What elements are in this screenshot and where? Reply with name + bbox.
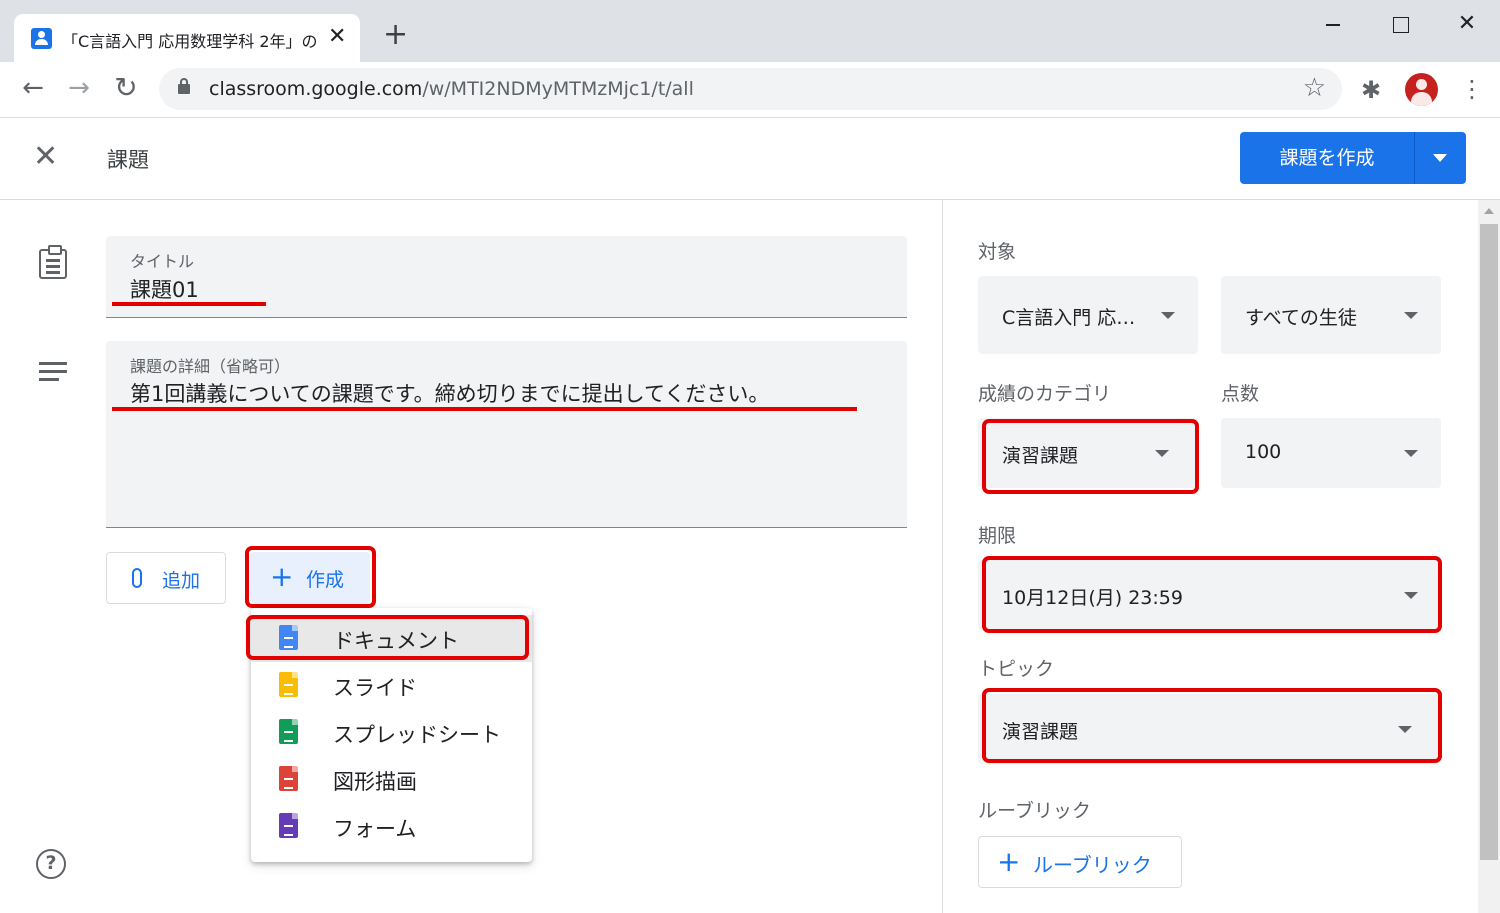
rubric-button-label: ルーブリック — [1033, 853, 1152, 877]
drawings-icon — [279, 766, 298, 791]
create-button-highlight — [245, 546, 376, 608]
scrollbar[interactable] — [1478, 200, 1500, 913]
description-icon — [39, 362, 67, 382]
maximize-icon[interactable] — [1385, 10, 1415, 40]
window-close-icon[interactable]: ✕ — [1452, 10, 1482, 40]
menu-item-label: スライド — [333, 676, 417, 700]
menu-item-forms[interactable]: フォーム — [251, 803, 532, 850]
points-value: 100 — [1245, 441, 1282, 463]
points-label: 点数 — [1221, 383, 1260, 405]
add-button-label: 追加 — [162, 570, 201, 592]
forward-icon[interactable]: → — [64, 74, 94, 104]
minimize-icon[interactable] — [1318, 10, 1348, 40]
add-rubric-button[interactable]: + ルーブリック — [978, 836, 1182, 888]
details-field[interactable]: 課題の詳細（省略可） 第1回講義についての課題です。締め切りまでに提出してくださ… — [106, 341, 907, 528]
browser-tab[interactable]: 「C言語入門 応用数理学科 2年」の ✕ — [14, 14, 360, 62]
scroll-thumb[interactable] — [1480, 224, 1498, 860]
help-icon[interactable]: ? — [36, 849, 66, 879]
profile-avatar[interactable] — [1405, 73, 1438, 106]
url-text[interactable]: classroom.google.com/w/MTI2NDMyMTMzMjc1/… — [209, 78, 694, 100]
topic-highlight — [982, 688, 1442, 763]
rubric-label: ルーブリック — [978, 800, 1091, 822]
topic-label: トピック — [978, 658, 1055, 680]
points-select[interactable]: 100 — [1221, 418, 1441, 488]
new-tab-icon[interactable]: + — [383, 20, 408, 50]
due-label: 期限 — [978, 525, 1017, 547]
title-input[interactable]: 課題01 — [130, 274, 199, 304]
more-vert-icon[interactable]: ⋮ — [1460, 74, 1484, 104]
close-icon[interactable]: ✕ — [33, 142, 58, 172]
back-icon[interactable]: ← — [18, 74, 48, 104]
tab-title: 「C言語入門 応用数理学科 2年」の — [62, 32, 318, 51]
chevron-down-icon — [1404, 312, 1418, 319]
details-input[interactable]: 第1回講義についての課題です。締め切りまでに提出してください。 — [130, 378, 769, 408]
star-icon[interactable]: ☆ — [1303, 73, 1326, 103]
menu-item-label: 図形描画 — [333, 770, 417, 794]
docs-item-highlight — [246, 615, 529, 660]
menu-item-label: フォーム — [333, 817, 417, 841]
browser-toolbar: ← → ↻ classroom.google.com/w/MTI2NDMyMTM… — [0, 62, 1500, 118]
create-options-dropdown-icon[interactable] — [1415, 132, 1466, 184]
assignment-header: ✕ 課題 課題を作成 — [0, 118, 1500, 200]
class-select-value: C言語入門 応… — [1002, 307, 1136, 329]
create-assignment-label[interactable]: 課題を作成 — [1240, 132, 1414, 184]
title-highlight-underline — [112, 302, 266, 306]
assignment-icon — [39, 245, 67, 279]
grade-category-label: 成績のカテゴリ — [978, 383, 1112, 405]
reload-icon[interactable]: ↻ — [111, 74, 141, 104]
page-title: 課題 — [107, 148, 149, 172]
chevron-down-icon — [1404, 450, 1418, 457]
due-date-highlight — [982, 556, 1442, 633]
paperclip-icon — [132, 568, 142, 588]
title-label: タイトル — [130, 252, 195, 271]
classroom-favicon-icon — [31, 28, 52, 49]
menu-item-label: スプレッドシート — [333, 723, 501, 747]
scroll-up-icon[interactable] — [1484, 208, 1494, 214]
extensions-icon[interactable]: ✱ — [1361, 76, 1381, 104]
forms-icon — [279, 813, 298, 838]
sheets-icon — [279, 719, 298, 744]
menu-item-sheets[interactable]: スプレッドシート — [251, 709, 532, 756]
menu-item-drawings[interactable]: 図形描画 — [251, 756, 532, 803]
students-select-value: すべての生徒 — [1245, 307, 1357, 329]
tab-close-icon[interactable]: ✕ — [328, 24, 346, 50]
browser-tab-strip: 「C言語入門 応用数理学科 2年」の ✕ + ✕ — [0, 0, 1500, 62]
lock-icon[interactable] — [178, 78, 190, 94]
address-bar[interactable]: classroom.google.com/w/MTI2NDMyMTMzMjc1/… — [159, 68, 1342, 110]
plus-icon: + — [997, 845, 1021, 878]
students-select[interactable]: すべての生徒 — [1221, 276, 1441, 354]
details-label: 課題の詳細（省略可） — [130, 357, 291, 376]
chevron-down-icon — [1161, 312, 1175, 319]
slides-icon — [279, 672, 298, 697]
for-label: 対象 — [978, 241, 1017, 263]
class-select[interactable]: C言語入門 応… — [978, 276, 1198, 354]
create-assignment-button[interactable]: 課題を作成 — [1240, 132, 1466, 184]
menu-item-slides[interactable]: スライド — [251, 662, 532, 709]
add-attachment-button[interactable]: 追加 — [106, 552, 226, 604]
grade-category-highlight — [982, 419, 1199, 494]
details-highlight-underline — [112, 407, 857, 411]
